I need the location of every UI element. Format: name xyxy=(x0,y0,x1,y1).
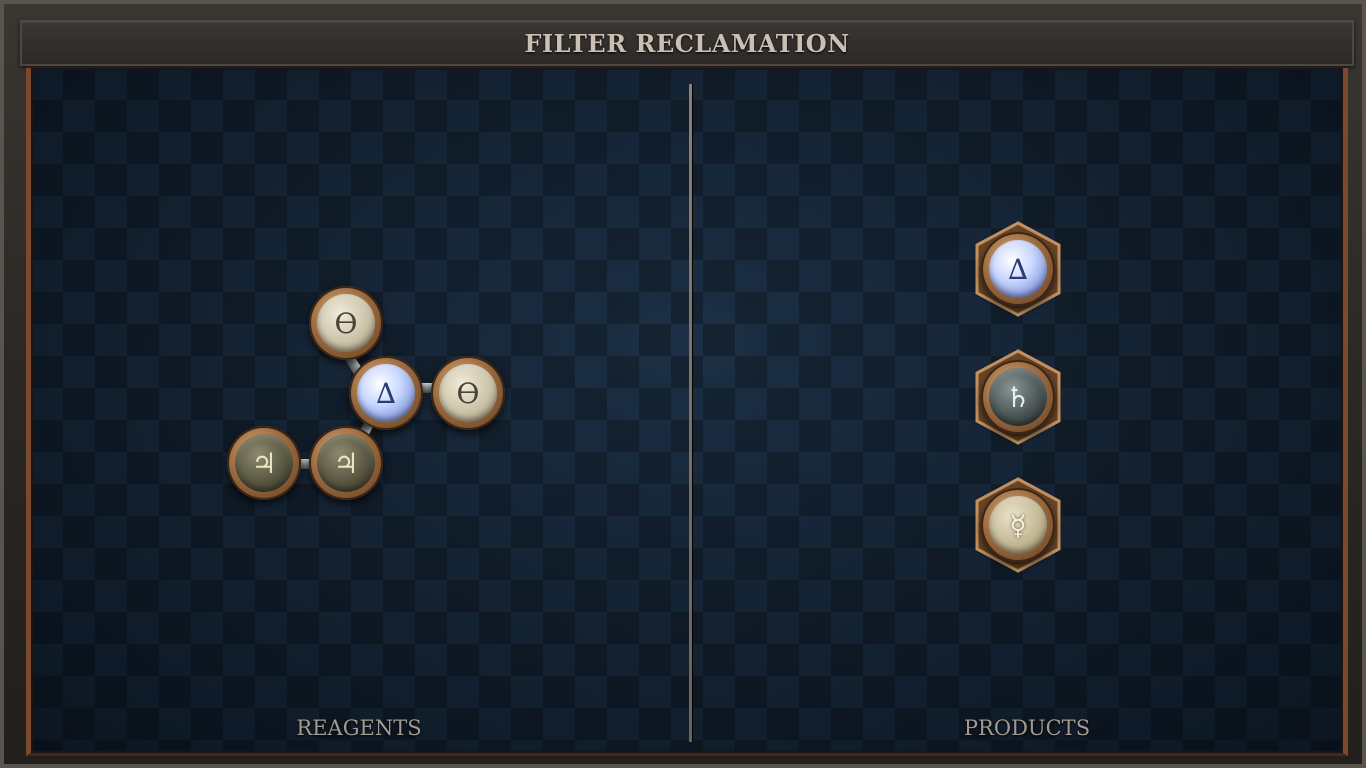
puzzle-window: FILTER RECLAMATION ϴ ∆ ϴ ♃ ♃ ∆ ♄ ☿ REAGE… xyxy=(0,0,1366,768)
salt-icon: ϴ xyxy=(439,364,497,422)
tin-icon: ♃ xyxy=(235,434,293,492)
reagent-atom-tin[interactable]: ♃ xyxy=(227,426,301,500)
puzzle-board: ϴ ∆ ϴ ♃ ♃ ∆ ♄ ☿ REAGENTS PRODUCTS xyxy=(26,68,1348,756)
title-bar: FILTER RECLAMATION xyxy=(20,20,1354,66)
product-slot-mercury[interactable]: ☿ xyxy=(975,477,1061,573)
reagent-atom-tin[interactable]: ♃ xyxy=(309,426,383,500)
reagent-atom-salt[interactable]: ϴ xyxy=(309,286,383,360)
product-slot-lead[interactable]: ♄ xyxy=(975,349,1061,445)
products-label: PRODUCTS xyxy=(963,716,1091,740)
air-icon: ∆ xyxy=(989,240,1047,298)
puzzle-title: FILTER RECLAMATION xyxy=(524,28,850,58)
air-icon: ∆ xyxy=(357,364,415,422)
panel-divider xyxy=(689,84,692,742)
product-slot-air[interactable]: ∆ xyxy=(975,221,1061,317)
product-atom-air: ∆ xyxy=(981,232,1055,306)
reagents-label: REAGENTS xyxy=(296,716,422,740)
salt-icon: ϴ xyxy=(317,294,375,352)
product-atom-lead: ♄ xyxy=(981,360,1055,434)
lead-icon: ♄ xyxy=(989,368,1047,426)
tin-icon: ♃ xyxy=(317,434,375,492)
reagent-atom-air[interactable]: ∆ xyxy=(349,356,423,430)
reagent-atom-salt[interactable]: ϴ xyxy=(431,356,505,430)
product-atom-mercury: ☿ xyxy=(981,488,1055,562)
mercury-icon: ☿ xyxy=(989,496,1047,554)
